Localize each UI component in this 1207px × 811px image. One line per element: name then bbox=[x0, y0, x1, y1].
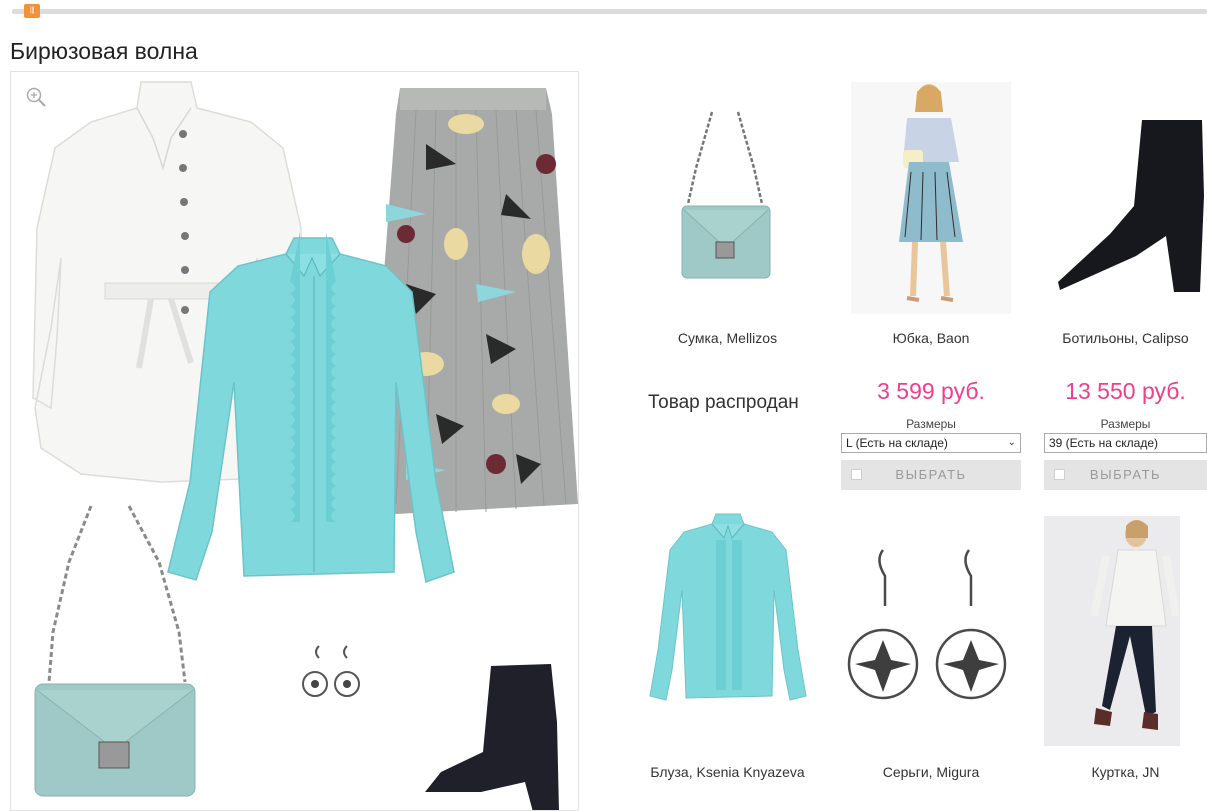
sizes-label: Размеры bbox=[1100, 417, 1151, 431]
product-name[interactable]: Куртка, JN bbox=[1044, 764, 1207, 780]
product-card-blouse[interactable]: Блуза, Ksenia Knyazeva bbox=[640, 508, 815, 798]
chevron-down-icon: ⌄ bbox=[1007, 437, 1016, 448]
collage-earrings-image bbox=[302, 645, 360, 697]
size-select-value: L (Есть на складе) bbox=[846, 436, 948, 450]
choose-button[interactable]: ВЫБРАТЬ bbox=[1044, 460, 1207, 490]
product-card-earrings[interactable]: Серьги, Migura bbox=[841, 508, 1021, 798]
product-name[interactable]: Серьги, Migura bbox=[841, 764, 1021, 780]
product-boot-image[interactable] bbox=[1056, 116, 1206, 296]
size-select-value: 39 (Есть на складе) bbox=[1049, 436, 1158, 450]
product-skirt-model-image[interactable] bbox=[851, 82, 1011, 314]
collage-bag-image bbox=[34, 505, 196, 797]
product-name[interactable]: Ботильоны, Calipso bbox=[1044, 330, 1207, 346]
collage-blouse-image bbox=[167, 232, 455, 583]
choose-button-label: ВЫБРАТЬ bbox=[895, 467, 967, 482]
set-slider-thumb[interactable]: ||| bbox=[24, 4, 40, 18]
product-earrings-image[interactable] bbox=[843, 544, 1019, 724]
choose-button-label: ВЫБРАТЬ bbox=[1089, 467, 1162, 482]
product-blouse-image[interactable] bbox=[646, 510, 811, 702]
product-name[interactable]: Сумка, Mellizos bbox=[640, 330, 815, 346]
choose-button[interactable]: ВЫБРАТЬ bbox=[841, 460, 1021, 490]
set-title: Бирюзовая волна bbox=[10, 38, 198, 64]
product-bag-image[interactable] bbox=[678, 108, 773, 288]
product-name[interactable]: Юбка, Baon bbox=[841, 330, 1021, 346]
product-card-skirt[interactable]: Юбка, Baon 3 599 руб. Размеры L (Есть на… bbox=[841, 80, 1021, 500]
product-card-jacket[interactable]: Куртка, JN bbox=[1044, 508, 1207, 798]
product-jacket-model-image[interactable] bbox=[1044, 516, 1180, 746]
product-price: 13 550 руб. bbox=[1065, 378, 1186, 404]
collage-boot-image bbox=[425, 664, 559, 810]
sold-out-label: Товар распродан bbox=[648, 392, 799, 413]
size-select[interactable]: 39 (Есть на складе) bbox=[1044, 433, 1207, 453]
product-card-boots[interactable]: Ботильоны, Calipso 13 550 руб. Размеры 3… bbox=[1044, 80, 1207, 500]
product-name[interactable]: Блуза, Ksenia Knyazeva bbox=[640, 764, 815, 780]
sizes-label: Размеры bbox=[906, 417, 956, 431]
product-price: 3 599 руб. bbox=[877, 378, 985, 404]
outfit-collage[interactable] bbox=[10, 71, 579, 811]
set-slider-track[interactable] bbox=[12, 9, 1207, 14]
product-card-bag[interactable]: Сумка, Mellizos bbox=[640, 90, 815, 410]
size-select[interactable]: L (Есть на складе) ⌄ bbox=[841, 433, 1021, 453]
